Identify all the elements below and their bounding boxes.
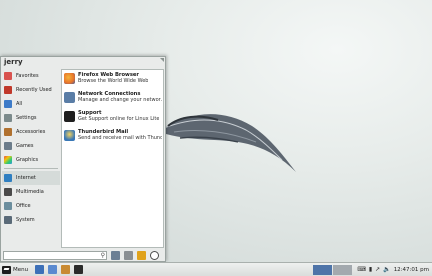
taskbar: Menu ⌨ ▮ ↗ 🔈 12:47:01 pm <box>0 262 432 276</box>
app-description: Manage and change your networ… <box>78 97 162 103</box>
category-label: Office <box>16 203 31 209</box>
menu-button[interactable]: Menu <box>0 264 31 276</box>
clock-icon <box>4 86 12 94</box>
application-list: Firefox Web Browser Browse the World Wid… <box>61 69 164 248</box>
network-icon <box>64 92 75 103</box>
category-accessories[interactable]: Accessories <box>2 125 60 139</box>
menu-user-name: jerry <box>4 58 23 66</box>
volume-icon[interactable]: 🔈 <box>383 266 390 274</box>
workspace-1[interactable] <box>313 264 333 275</box>
terminal-icon[interactable] <box>74 265 84 274</box>
category-settings[interactable]: Settings <box>2 111 60 125</box>
multimedia-icon <box>4 188 12 196</box>
category-label: Accessories <box>16 129 46 135</box>
category-recently-used[interactable]: Recently Used <box>2 83 60 97</box>
category-label: Recently Used <box>16 87 52 93</box>
power-icon[interactable] <box>150 251 159 260</box>
firefox-icon[interactable] <box>35 265 45 274</box>
category-label: Multimedia <box>16 189 44 195</box>
resize-grip-icon[interactable] <box>160 58 164 62</box>
start-menu: jerry Favorites Recently Used All Settin… <box>0 56 166 270</box>
category-label: Graphics <box>16 157 39 163</box>
grid-icon <box>4 100 12 108</box>
category-all[interactable]: All <box>2 97 60 111</box>
category-divider <box>4 168 58 169</box>
category-graphics[interactable]: Graphics <box>2 153 60 167</box>
category-internet[interactable]: Internet <box>2 171 60 185</box>
keyboard-icon[interactable]: ⌨ <box>357 266 366 274</box>
firefox-icon <box>64 73 75 84</box>
category-sidebar: Favorites Recently Used All Settings Acc… <box>2 69 60 227</box>
files-icon[interactable] <box>48 265 58 274</box>
menu-footer: ⚲ <box>2 250 166 270</box>
category-system[interactable]: System <box>2 213 60 227</box>
category-label: Internet <box>16 175 36 181</box>
category-favorites[interactable]: Favorites <box>2 69 60 83</box>
search-icon: ⚲ <box>100 252 105 259</box>
app-description: Send and receive mail with Thund… <box>78 135 162 141</box>
app-firefox[interactable]: Firefox Web Browser Browse the World Wid… <box>62 70 163 89</box>
feather-wallpaper <box>163 114 296 172</box>
logout-icon[interactable] <box>137 251 146 260</box>
category-office[interactable]: Office <box>2 199 60 213</box>
display-settings-icon[interactable] <box>111 251 120 260</box>
app-thunderbird[interactable]: Thunderbird Mail Send and receive mail w… <box>62 127 163 146</box>
settings-icon <box>4 114 12 122</box>
accessories-icon <box>4 128 12 136</box>
workspace-2[interactable] <box>333 264 353 275</box>
search-box[interactable]: ⚲ <box>3 251 107 270</box>
category-label: Games <box>16 143 34 149</box>
network-icon[interactable]: ↗ <box>375 266 380 274</box>
app-description: Browse the World Wide Web <box>78 78 149 84</box>
menu-button-label: Menu <box>13 266 29 273</box>
user-settings-icon[interactable] <box>124 251 133 260</box>
app-network-connections[interactable]: Network Connections Manage and change yo… <box>62 89 163 108</box>
games-icon <box>4 142 12 150</box>
graphics-icon <box>4 156 12 164</box>
support-icon <box>64 111 75 122</box>
editor-icon[interactable] <box>61 265 71 274</box>
system-tray: ⌨ ▮ ↗ 🔈 <box>357 266 394 274</box>
app-description: Get Support online for Linux Lite <box>78 116 160 122</box>
clock[interactable]: 12:47:01 pm <box>394 267 429 273</box>
star-icon <box>4 72 12 80</box>
battery-icon[interactable]: ▮ <box>369 266 372 274</box>
category-multimedia[interactable]: Multimedia <box>2 185 60 199</box>
category-games[interactable]: Games <box>2 139 60 153</box>
category-label: Favorites <box>16 73 39 79</box>
linux-lite-logo-icon <box>2 265 11 274</box>
category-label: Settings <box>16 115 37 121</box>
system-icon <box>4 216 12 224</box>
category-label: System <box>16 217 35 223</box>
internet-icon <box>4 174 12 182</box>
category-label: All <box>16 101 23 107</box>
thunderbird-icon <box>64 130 75 141</box>
app-support[interactable]: Support Get Support online for Linux Lit… <box>62 108 163 127</box>
office-icon <box>4 202 12 210</box>
